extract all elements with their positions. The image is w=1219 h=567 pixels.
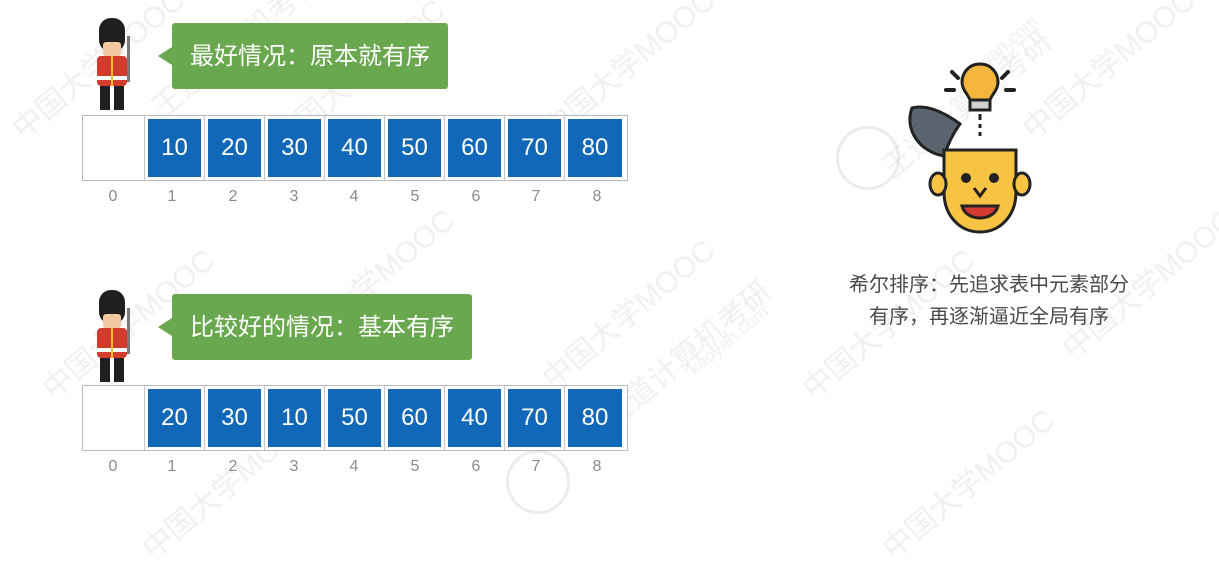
array-index: 7 (531, 188, 541, 205)
cell-value: 10 (148, 119, 201, 177)
array-cell: 20 (145, 386, 205, 450)
array-index: 3 (289, 188, 299, 205)
shell-sort-caption: 希尔排序：先追求表中元素部分 有序，再逐渐逼近全局有序 (800, 268, 1178, 332)
cell-value: 60 (388, 389, 441, 447)
cell-value: 60 (448, 119, 501, 177)
cell-value: 80 (568, 119, 622, 177)
cell-value: 20 (208, 119, 261, 177)
cell-value: 20 (148, 389, 201, 447)
array-cell-sentinel (83, 386, 145, 450)
array-index: 4 (349, 458, 359, 475)
array-index: 0 (108, 188, 118, 205)
array-cell: 80 (565, 386, 625, 450)
array-cell: 40 (445, 386, 505, 450)
array-cell: 30 (205, 386, 265, 450)
array-cell: 70 (505, 386, 565, 450)
royal-guard-icon (97, 290, 130, 382)
array-cell: 10 (145, 116, 205, 180)
idea-head-icon (908, 62, 1032, 234)
array-cell: 40 (325, 116, 385, 180)
array-cell: 50 (385, 116, 445, 180)
cell-value: 40 (328, 119, 381, 177)
watermark-text: 中国大学MOOC (536, 233, 722, 396)
cell-value: 10 (268, 389, 321, 447)
array-index: 2 (228, 458, 238, 475)
array-cell: 60 (445, 116, 505, 180)
array-index: 2 (228, 188, 238, 205)
array-cell: 30 (265, 116, 325, 180)
cell-value: 50 (328, 389, 381, 447)
array-index: 5 (410, 188, 420, 205)
cell-value: 30 (208, 389, 261, 447)
array-index: 6 (471, 458, 481, 475)
caption-line-1: 希尔排序：先追求表中元素部分 (849, 272, 1129, 296)
array-index: 1 (167, 188, 177, 205)
watermark-logo-icon (836, 126, 900, 190)
array-best-case: 10 20 30 40 50 60 70 80 (82, 115, 628, 181)
watermark-text: kaoyan.com (684, 301, 772, 379)
cell-value: 70 (508, 389, 561, 447)
array-index: 7 (531, 458, 541, 475)
index-row-best-case: 0 1 2 3 4 5 6 7 8 (82, 188, 628, 212)
array-cell: 80 (565, 116, 625, 180)
cell-value: 40 (448, 389, 501, 447)
nearly-sorted-label: 比较好的情况：基本有序 (158, 294, 472, 360)
royal-guard-icon (97, 18, 130, 110)
array-index: 8 (592, 458, 602, 475)
cell-value: 50 (388, 119, 441, 177)
array-nearly-sorted: 20 30 10 50 60 40 70 80 (82, 385, 628, 451)
array-index: 0 (108, 458, 118, 475)
array-index: 8 (592, 188, 602, 205)
array-cell: 10 (265, 386, 325, 450)
array-cell-sentinel (83, 116, 145, 180)
array-index: 4 (349, 188, 359, 205)
array-cell: 50 (325, 386, 385, 450)
array-cell: 60 (385, 386, 445, 450)
array-index: 6 (471, 188, 481, 205)
array-index: 3 (289, 458, 299, 475)
array-index: 1 (167, 458, 177, 475)
best-case-label: 最好情况：原本就有序 (158, 23, 448, 89)
cell-value: 80 (568, 389, 622, 447)
cell-value: 30 (268, 119, 321, 177)
array-index: 5 (410, 458, 420, 475)
caption-line-2: 有序，再逐渐逼近全局有序 (869, 304, 1109, 328)
array-cell: 20 (205, 116, 265, 180)
array-cell: 70 (505, 116, 565, 180)
cell-value: 70 (508, 119, 561, 177)
watermark-text: 中国大学MOOC (876, 403, 1062, 566)
index-row-nearly-sorted: 0 1 2 3 4 5 6 7 8 (82, 458, 628, 482)
